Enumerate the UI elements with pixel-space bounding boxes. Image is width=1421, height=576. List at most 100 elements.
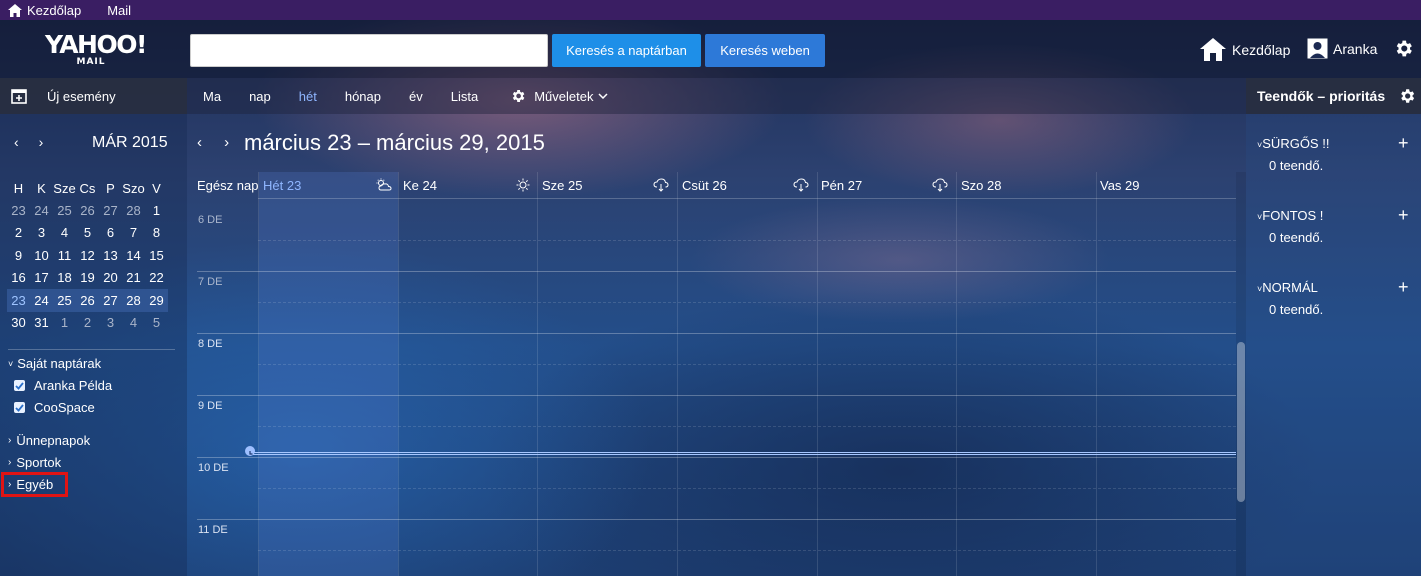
hour-line [197,333,1236,334]
mini-day[interactable]: 27 [99,199,122,222]
header-home-link[interactable]: Kezdőlap [1200,38,1290,61]
mini-day[interactable]: 30 [7,312,30,335]
view-year[interactable]: év [409,89,423,104]
prev-week-button[interactable]: ‹ [197,134,202,151]
mini-day[interactable]: 7 [122,222,145,245]
day-header-label: Pén 27 [821,177,863,193]
mini-day[interactable]: 26 [76,289,99,312]
mini-day[interactable]: 5 [145,312,168,335]
topbar-home-link[interactable]: Kezdőlap [8,3,81,18]
view-list[interactable]: Lista [451,89,478,104]
own-calendars-title: Saját naptárak [17,356,102,371]
mini-day[interactable]: 2 [7,222,30,245]
mini-day[interactable]: 3 [30,222,53,245]
search-calendar-button[interactable]: Keresés a naptárban [552,34,701,67]
mini-day[interactable]: 16 [7,267,30,290]
mini-day[interactable]: 24 [30,289,53,312]
mini-day[interactable]: 25 [53,289,76,312]
new-event-button[interactable]: Új esemény [0,78,187,114]
day-header-tue[interactable]: Ke 24 [403,172,535,198]
mini-day[interactable]: 4 [53,222,76,245]
mini-day[interactable]: 1 [53,312,76,335]
week-nav: ‹ › [197,134,229,151]
next-week-button[interactable]: › [224,134,229,151]
mini-day[interactable]: 12 [76,244,99,267]
own-calendars-toggle[interactable]: ˅ Saját naptárak [8,356,101,371]
day-header-sun[interactable]: Vas 29 [1100,172,1232,198]
mini-day[interactable]: 14 [122,244,145,267]
mini-day[interactable]: 31 [30,312,53,335]
view-day[interactable]: nap [249,89,271,104]
view-toolbar: Ma nap hét hónap év Lista Műveletek [187,78,1246,114]
settings-gear[interactable] [1393,38,1414,64]
view-month[interactable]: hónap [345,89,381,104]
search-input[interactable] [190,34,548,67]
mini-day[interactable]: 20 [99,267,122,290]
priority-group-normal[interactable]: ˅NORMÁL [1257,280,1318,295]
mini-day-today[interactable]: 23 [7,289,30,312]
mini-day[interactable]: 17 [30,267,53,290]
add-task-button[interactable]: + [1398,205,1409,226]
view-today[interactable]: Ma [203,89,221,104]
mini-day[interactable]: 27 [99,289,122,312]
priority-group-urgent[interactable]: ˅SÜRGŐS !! [1257,136,1329,151]
calendar-group-sports[interactable]: › Sportok [8,455,61,470]
mini-day[interactable]: 2 [76,312,99,335]
day-header-mon[interactable]: Hét 23 [263,172,395,198]
topbar-home-label: Kezdőlap [27,2,82,18]
next-month-button[interactable]: › [39,134,44,150]
calendar-item-aranka[interactable]: Aranka Példa [14,378,112,393]
gear-icon[interactable] [1398,87,1416,105]
calendar-item-label: CooSpace [34,400,95,415]
mini-calendar-title: MÁR 2015 [92,134,168,151]
topbar-mail-link[interactable]: Mail [107,3,131,18]
mini-day[interactable]: 22 [145,267,168,290]
calendar-item-coospace[interactable]: CooSpace [14,400,95,415]
checkbox-checked-icon[interactable] [14,380,25,391]
day-header-sat[interactable]: Szo 28 [961,172,1093,198]
rain-cloud-icon [653,178,669,192]
mini-day[interactable]: 4 [122,312,145,335]
weekday-header: Szo [122,180,145,196]
mini-day[interactable]: 28 [122,199,145,222]
mini-day[interactable]: 15 [145,244,168,267]
weekday-header: Cs [79,180,96,196]
mini-day[interactable]: 26 [76,199,99,222]
chevron-right-icon: › [8,435,12,446]
user-name: Aranka [1333,40,1378,57]
add-task-button[interactable]: + [1398,133,1409,154]
view-week[interactable]: hét [299,89,317,104]
mini-day[interactable]: 13 [99,244,122,267]
day-header-wed[interactable]: Sze 25 [542,172,674,198]
calendar-group-holidays[interactable]: › Ünnepnapok [8,433,90,448]
actions-menu[interactable]: Műveletek [510,88,608,104]
priority-group-important[interactable]: ˅FONTOS ! [1257,208,1323,223]
calendar-group-label: Ünnepnapok [16,433,91,448]
mini-day[interactable]: 18 [53,267,76,290]
mini-day[interactable]: 3 [99,312,122,335]
mini-day[interactable]: 5 [76,222,99,245]
mini-day[interactable]: 10 [30,244,53,267]
calendar-scrollbar-thumb[interactable] [1237,342,1245,502]
half-hour-line [258,302,1236,303]
mini-day[interactable]: 19 [76,267,99,290]
mini-day[interactable]: 21 [122,267,145,290]
mini-day[interactable]: 11 [53,244,76,267]
mini-day[interactable]: 6 [99,222,122,245]
checkbox-checked-icon[interactable] [14,402,25,413]
mini-day[interactable]: 1 [145,199,168,222]
mini-day[interactable]: 24 [30,199,53,222]
mini-day[interactable]: 29 [145,289,168,312]
search-web-button[interactable]: Keresés weben [705,34,825,67]
mini-day[interactable]: 28 [122,289,145,312]
prev-month-button[interactable]: ‹ [14,134,19,150]
mini-day[interactable]: 25 [53,199,76,222]
mini-day[interactable]: 9 [7,244,30,267]
yahoo-mail-logo[interactable]: YAHOO! MAIL [45,32,147,67]
mini-day[interactable]: 8 [145,222,168,245]
day-header-fri[interactable]: Pén 27 [821,172,953,198]
add-task-button[interactable]: + [1398,277,1409,298]
mini-day[interactable]: 23 [7,199,30,222]
user-menu[interactable]: Aranka [1307,38,1377,59]
day-header-thu[interactable]: Csüt 26 [682,172,814,198]
